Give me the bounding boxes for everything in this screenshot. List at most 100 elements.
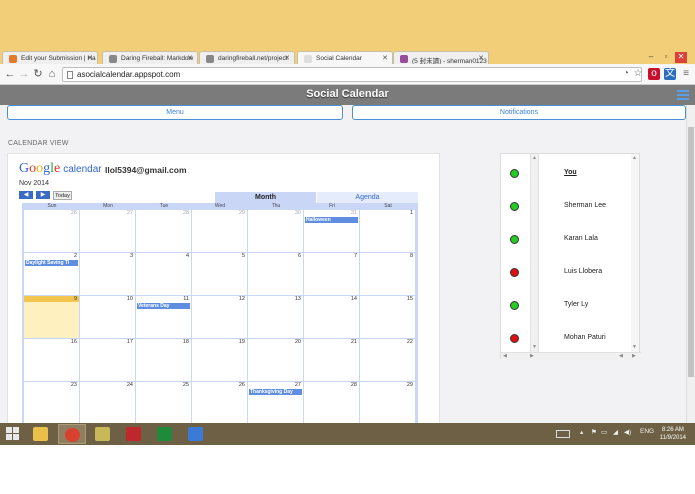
calendar-event[interactable]: Veterans Day bbox=[137, 303, 190, 309]
calendar-day[interactable]: 26 bbox=[24, 210, 80, 253]
language-indicator[interactable]: ENG bbox=[640, 428, 654, 435]
calendar-day[interactable]: 16 bbox=[24, 339, 80, 382]
calendar-day[interactable]: 23 bbox=[24, 382, 80, 423]
calendar-day[interactable]: 21 bbox=[304, 339, 360, 382]
calendar-day[interactable]: 18 bbox=[136, 339, 192, 382]
page-scrollbar[interactable] bbox=[686, 105, 695, 423]
calendar-day[interactable]: 30 bbox=[248, 210, 304, 253]
star-favicon bbox=[206, 55, 214, 63]
friend-item[interactable]: You bbox=[501, 166, 631, 182]
browser-tabstrip: Edit your Submission | Ha ✕ Daring Firebal… bbox=[0, 0, 695, 65]
minimize-icon[interactable]: – bbox=[645, 52, 657, 63]
calendar-day[interactable]: 28 bbox=[136, 210, 192, 253]
calendar-day[interactable]: 24 bbox=[80, 382, 136, 423]
calendar-event[interactable]: Daylight Saving Ti bbox=[25, 260, 78, 266]
close-tab-icon[interactable]: ✕ bbox=[87, 54, 93, 62]
calendar-day[interactable]: 29 bbox=[360, 382, 416, 423]
system-clock[interactable]: 8:26 AM 11/9/2014 bbox=[660, 426, 686, 442]
close-tab-icon[interactable]: ✕ bbox=[187, 54, 193, 62]
calendar-day[interactable]: 11 Veterans Day bbox=[136, 296, 192, 339]
volume-icon[interactable]: ◀) bbox=[624, 428, 631, 436]
friend-item[interactable]: Sherman Lee bbox=[501, 199, 631, 215]
calendar-day[interactable]: 27 Thanksgiving Day bbox=[248, 382, 304, 423]
browser-tab[interactable]: Daring Fireball: Markdow ✕ bbox=[102, 51, 198, 65]
keyboard-icon[interactable] bbox=[556, 430, 570, 438]
power-icon[interactable]: ▭ bbox=[601, 428, 607, 436]
friend-item[interactable]: Tyler Ly bbox=[501, 298, 631, 314]
friends-horizontal-scrollbar[interactable]: ◀ ▶ ◀ ▶ bbox=[501, 352, 641, 360]
taskbar-app[interactable] bbox=[182, 424, 210, 444]
close-tab-icon[interactable]: ✕ bbox=[382, 54, 388, 62]
close-tab-icon[interactable]: ✕ bbox=[478, 54, 484, 62]
star-icon[interactable]: ☆ bbox=[632, 68, 644, 80]
wifi-icon[interactable]: ◢ bbox=[613, 428, 618, 436]
friend-name[interactable]: You bbox=[564, 169, 577, 176]
calendar-event[interactable]: Thanksgiving Day bbox=[249, 389, 302, 395]
flag-icon[interactable]: ⚑ bbox=[591, 428, 597, 436]
calendar-day[interactable]: 22 bbox=[360, 339, 416, 382]
browser-tab[interactable]: (5 封未讀) - sherman0123 ✕ bbox=[393, 51, 489, 65]
browser-tab[interactable]: Edit your Submission | Ha ✕ bbox=[2, 51, 98, 65]
calendar-event[interactable]: Halloween bbox=[305, 217, 358, 223]
friends-list: You Sherman Lee Karan Lala Luis Llobera Tyle… bbox=[501, 154, 641, 352]
calendar-day[interactable]: 31 Halloween bbox=[304, 210, 360, 253]
calendar-day[interactable]: 19 bbox=[192, 339, 248, 382]
home-icon[interactable]: ⌂ bbox=[45, 67, 59, 81]
maximize-icon[interactable]: ▫ bbox=[660, 52, 672, 63]
hamburger-menu-icon[interactable] bbox=[677, 90, 689, 100]
back-icon[interactable]: ← bbox=[3, 67, 17, 81]
taskbar-app[interactable] bbox=[58, 424, 86, 444]
calendar-day-today[interactable]: 9 bbox=[24, 296, 80, 339]
calendar-day[interactable]: 1 bbox=[360, 210, 416, 253]
calendar-day[interactable]: 29 bbox=[192, 210, 248, 253]
extension-icon[interactable]: o bbox=[648, 68, 660, 80]
calendar-day[interactable]: 12 bbox=[192, 296, 248, 339]
calendar-day[interactable]: 26 bbox=[192, 382, 248, 423]
translate-icon[interactable]: 文 bbox=[664, 68, 676, 80]
prev-month-button[interactable]: ◀ bbox=[19, 191, 33, 199]
browser-tab[interactable]: daringfireball.net/project ✕ bbox=[199, 51, 295, 65]
day-number: 20 bbox=[294, 339, 301, 345]
page-scrollbar-thumb[interactable] bbox=[688, 127, 694, 377]
taskbar-app[interactable] bbox=[120, 424, 148, 444]
calendar-day[interactable]: 3 bbox=[80, 253, 136, 296]
calendar-day[interactable]: 7 bbox=[304, 253, 360, 296]
forward-icon[interactable]: → bbox=[17, 67, 31, 81]
calendar-day[interactable]: 25 bbox=[136, 382, 192, 423]
google-logo: Google bbox=[19, 161, 61, 176]
calendar-day[interactable]: 6 bbox=[248, 253, 304, 296]
browser-tab[interactable]: Social Calendar ✕ bbox=[297, 51, 393, 65]
calendar-day[interactable]: 13 bbox=[248, 296, 304, 339]
next-month-button[interactable]: ▶ bbox=[36, 191, 50, 199]
friend-item[interactable]: Mohan Paturi bbox=[501, 331, 631, 347]
menu-button[interactable]: Menu bbox=[7, 105, 343, 120]
calendar-day[interactable]: 14 bbox=[304, 296, 360, 339]
tab-month[interactable]: Month bbox=[215, 192, 316, 203]
calendar-day[interactable]: 10 bbox=[80, 296, 136, 339]
calendar-day[interactable]: 17 bbox=[80, 339, 136, 382]
calendar-day[interactable]: 27 bbox=[80, 210, 136, 253]
tray-arrow-icon[interactable]: ▴ bbox=[580, 428, 583, 436]
close-tab-icon[interactable]: ✕ bbox=[284, 54, 290, 62]
taskbar-app[interactable] bbox=[89, 424, 117, 444]
notifications-button[interactable]: Notifications bbox=[352, 105, 686, 120]
calendar-day[interactable]: 15 bbox=[360, 296, 416, 339]
calendar-day[interactable]: 20 bbox=[248, 339, 304, 382]
calendar-day[interactable]: 2 Daylight Saving Ti bbox=[24, 253, 80, 296]
tab-agenda[interactable]: Agenda bbox=[317, 192, 418, 203]
taskbar-app[interactable] bbox=[151, 424, 179, 444]
calendar-day[interactable]: 4 bbox=[136, 253, 192, 296]
close-window-icon[interactable]: ✕ bbox=[675, 52, 687, 63]
windows-start-icon[interactable] bbox=[6, 427, 20, 441]
calendar-day[interactable]: 5 bbox=[192, 253, 248, 296]
calendar-day[interactable]: 28 bbox=[304, 382, 360, 423]
friend-item[interactable]: Luis Llobera bbox=[501, 265, 631, 281]
reload-icon[interactable]: ↻ bbox=[31, 67, 45, 81]
calendar-day[interactable]: 8 bbox=[360, 253, 416, 296]
address-bar[interactable]: asocialcalendar.appspot.com bbox=[62, 67, 642, 82]
shield-icon[interactable]: ◔ bbox=[620, 68, 632, 80]
friend-item[interactable]: Karan Lala bbox=[501, 232, 631, 248]
today-button[interactable]: Today bbox=[53, 191, 72, 200]
taskbar-app[interactable] bbox=[27, 424, 55, 444]
chrome-menu-icon[interactable]: ≡ bbox=[680, 68, 692, 80]
